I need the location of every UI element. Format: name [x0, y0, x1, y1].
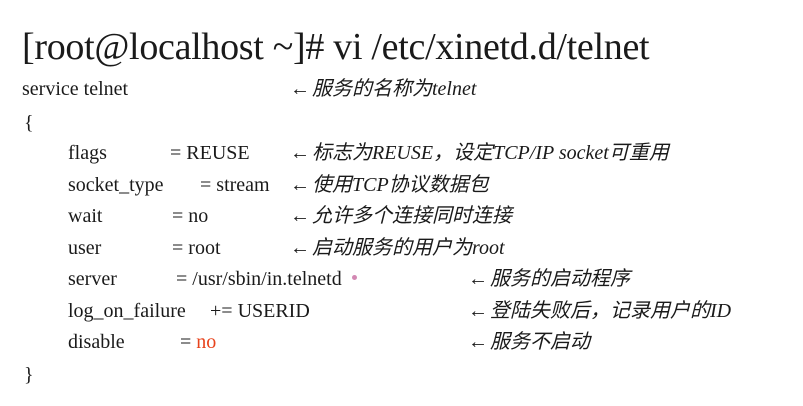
- entry-value-disable: = no: [180, 331, 217, 353]
- entry-annotation-socket-type: ← 使用TCP协议数据包: [290, 174, 489, 196]
- disable-value-highlight: no: [196, 331, 217, 353]
- entry-value-flags: = REUSE: [170, 142, 250, 164]
- entry-key-log-on-failure: log_on_failure: [68, 300, 186, 322]
- entry-annotation-server: ← 服务的启动程序: [468, 268, 630, 290]
- left-arrow-icon: ←: [468, 331, 488, 353]
- entry-annotation-flags: ← 标志为REUSE，设定TCP/IP socket可重用: [290, 142, 669, 164]
- entry-value-user: = root: [172, 237, 221, 259]
- entry-annotation-wait: ← 允许多个连接同时连接: [290, 205, 512, 227]
- entry-key-flags: flags: [68, 142, 107, 164]
- entry-key-socket-type: socket_type: [68, 174, 164, 196]
- entry-value-socket-type: = stream: [200, 174, 270, 196]
- left-arrow-icon: ←: [468, 268, 488, 290]
- left-arrow-icon: ←: [290, 142, 310, 164]
- service-line: service telnet: [22, 78, 129, 100]
- entry-annotation-user: ← 启动服务的用户为root: [290, 237, 505, 259]
- left-arrow-icon: ←: [468, 300, 488, 322]
- entry-annotation-log-on-failure: ← 登陆失败后，记录用户的ID: [468, 300, 732, 322]
- left-arrow-icon: ←: [290, 174, 310, 196]
- entry-value-wait: = no: [172, 205, 209, 227]
- entry-key-wait: wait: [68, 205, 103, 227]
- brace-open: {: [24, 112, 34, 134]
- left-arrow-icon: ←: [290, 205, 310, 227]
- entry-value-server: = /usr/sbin/in.telnetd: [176, 268, 342, 290]
- brace-close: }: [24, 364, 34, 386]
- entry-key-server: server: [68, 268, 117, 290]
- left-arrow-icon: ←: [290, 237, 310, 259]
- command-title: [root@localhost ~]# vi /etc/xinetd.d/tel…: [22, 26, 650, 68]
- entry-key-disable: disable: [68, 331, 125, 353]
- service-annotation: ← 服务的名称为telnet: [290, 78, 477, 100]
- entry-annotation-disable: ← 服务不启动: [468, 331, 590, 353]
- mouse-pointer-dot: [352, 275, 357, 280]
- entry-key-user: user: [68, 237, 102, 259]
- left-arrow-icon: ←: [290, 78, 310, 100]
- entry-value-log-on-failure: += USERID: [210, 300, 310, 322]
